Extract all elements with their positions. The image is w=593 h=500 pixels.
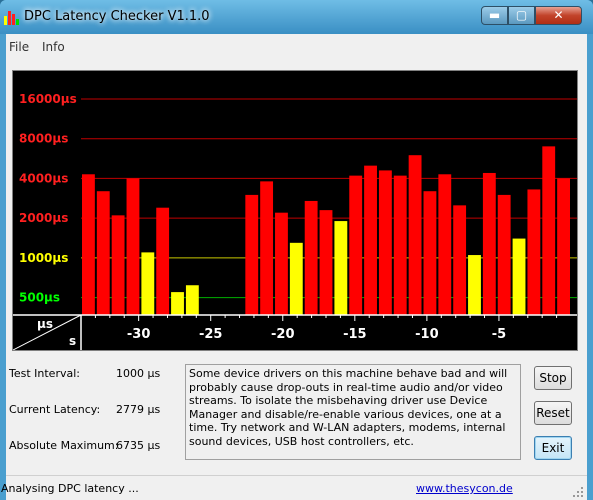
stop-button[interactable]: Stop: [534, 366, 572, 390]
exit-button[interactable]: Exit: [534, 436, 572, 460]
latency-bar: [423, 191, 437, 315]
absolute-maximum-value: 6735 µs: [116, 439, 161, 452]
latency-bar: [82, 174, 95, 315]
latency-bar: [378, 170, 392, 315]
y-tick-label: 1000µs: [19, 251, 68, 265]
menu-file[interactable]: File: [9, 40, 29, 54]
latency-bar: [468, 255, 481, 315]
latency-bar: [156, 207, 170, 315]
latency-chart-svg: 16000µs8000µs4000µs2000µs1000µs500µs µs …: [12, 92, 577, 351]
website-link[interactable]: www.thesycon.de: [416, 482, 513, 495]
y-tick-label: 2000µs: [19, 211, 68, 225]
current-latency-label: Current Latency:: [9, 403, 101, 416]
latency-bar: [260, 181, 274, 315]
x-tick-label: -30: [127, 327, 151, 342]
latency-bar: [364, 165, 377, 315]
current-latency-value: 2779 µs: [116, 403, 161, 416]
minimize-button[interactable]: ▬: [481, 6, 508, 25]
latency-bar: [96, 191, 110, 315]
menu-bar: File Info: [6, 34, 587, 58]
x-tick-label: -20: [271, 327, 295, 342]
latency-chart: 16000µs 8000µs 4000µs 2000µs 1000µs 500µs µs …: [12, 70, 578, 351]
latency-bar: [111, 215, 125, 315]
latency-bar: [408, 155, 422, 315]
y-tick-label: 500µs: [19, 291, 60, 305]
latency-bar: [185, 285, 199, 315]
latency-bar: [497, 194, 511, 315]
window-title: DPC Latency Checker V1.1.0: [24, 9, 210, 24]
latency-bar: [141, 252, 155, 315]
test-interval-label: Test Interval:: [9, 367, 80, 380]
absolute-maximum-label: Absolute Maximum:: [9, 439, 119, 452]
resize-grip-icon[interactable]: [572, 486, 584, 498]
latency-bar: [126, 178, 140, 315]
latency-bar: [527, 189, 541, 315]
latency-bar: [304, 200, 318, 315]
latency-bar: [289, 242, 303, 315]
test-interval-value: 1000 µs: [116, 367, 161, 380]
latency-bar: [171, 292, 184, 315]
x-unit-label: s: [69, 334, 76, 348]
title-bar[interactable]: DPC Latency Checker V1.1.0 ▬ ▢ ✕: [0, 0, 593, 34]
latency-bar: [542, 146, 556, 315]
reset-button[interactable]: Reset: [534, 401, 572, 425]
latency-bar: [275, 212, 288, 315]
maximize-button[interactable]: ▢: [508, 6, 535, 25]
y-tick-label: 16000µs: [19, 92, 77, 106]
latency-bar: [512, 238, 526, 315]
y-tick-label: 4000µs: [19, 171, 68, 185]
latency-bar: [438, 174, 452, 315]
latency-bar: [453, 205, 467, 315]
status-bar: Analysing DPC latency ... www.thesycon.d…: [1, 475, 587, 500]
status-text: Analysing DPC latency ...: [1, 482, 139, 495]
app-icon: [4, 9, 20, 25]
x-tick-label: -15: [343, 327, 367, 342]
latency-bar: [245, 194, 259, 315]
latency-bar: [393, 175, 407, 315]
x-tick-label: -25: [199, 327, 223, 342]
info-text-box: Some device drivers on this machine beha…: [185, 364, 521, 460]
menu-info[interactable]: Info: [42, 40, 65, 54]
x-tick-label: -5: [492, 327, 506, 342]
close-button[interactable]: ✕: [535, 6, 582, 25]
x-tick-label: -10: [415, 327, 439, 342]
latency-bar: [349, 175, 363, 315]
client-area: File Info 16000µs 8000µs 4000µs 2000µs 1000µ…: [1, 34, 587, 500]
y-unit-label: µs: [37, 317, 53, 331]
latency-bar: [557, 178, 570, 315]
latency-bar: [334, 221, 348, 315]
y-tick-label: 8000µs: [19, 132, 68, 146]
latency-bar: [319, 210, 333, 315]
app-window: DPC Latency Checker V1.1.0 ▬ ▢ ✕ File In…: [0, 0, 593, 500]
latency-bar: [482, 172, 496, 315]
